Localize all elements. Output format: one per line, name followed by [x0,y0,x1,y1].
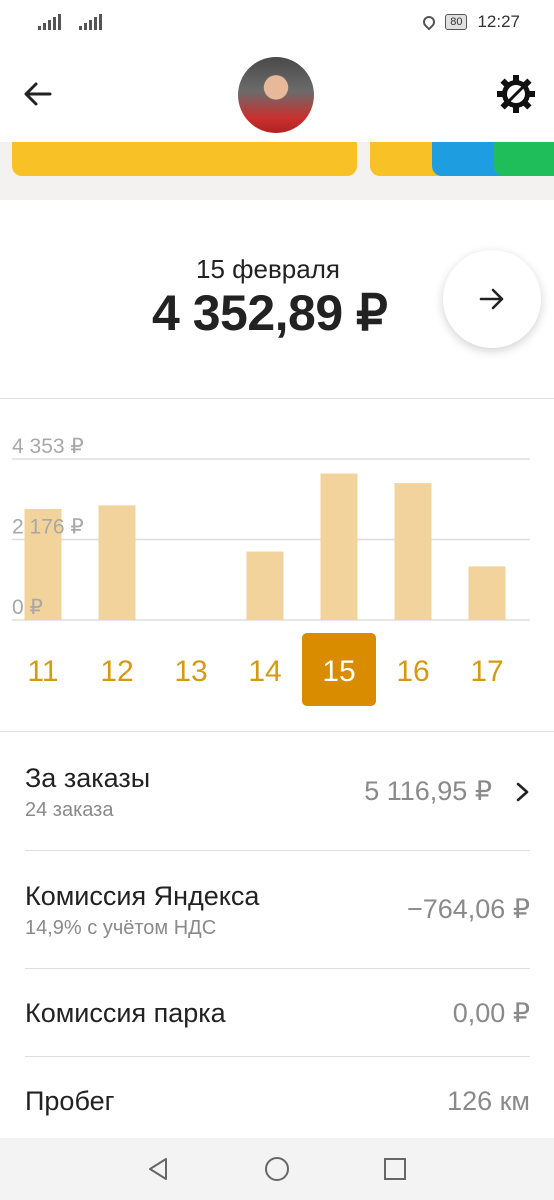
status-time: 12:27 [477,12,520,31]
y-tick-label: 4 353 ₽ [12,435,84,458]
settings-button[interactable] [496,74,536,114]
header [0,46,554,142]
chevron-right-icon [516,782,529,802]
gear-icon [497,75,535,113]
y-tick-label: 0 ₽ [12,596,43,619]
x-tick-label[interactable]: 15 [322,655,355,688]
row-title: Пробег [25,1086,115,1116]
next-day-button[interactable] [443,250,541,348]
card-stack[interactable] [370,142,554,176]
chart-bar[interactable] [320,473,358,620]
row-value: 126 км [447,1086,530,1116]
mileage-row: Пробег 126 км [25,1084,530,1124]
row-title: Комиссия Яндекса [25,881,260,911]
arrow-right-icon [479,288,504,310]
location-icon [420,13,438,31]
signal-icon [38,14,61,30]
chart-bar[interactable] [98,505,136,620]
signal-icon [79,14,102,30]
arrow-left-icon [24,82,52,106]
yandex-commission-row: Комиссия Яндекса 14,9% с учётом НДС −764… [25,878,530,948]
summary-amount: 4 352,89 ₽ [152,285,388,341]
row-value: 5 116,95 ₽ [364,776,492,806]
row-title: За заказы [25,763,151,793]
cards-strip [0,142,554,200]
card-green [494,142,554,176]
park-commission-row: Комиссия парка 0,00 ₽ [25,996,530,1036]
x-tick-label[interactable]: 17 [470,655,503,688]
nav-recents-icon[interactable] [381,1155,409,1183]
summary-date: 15 февраля [196,254,340,284]
system-nav-bar [0,1138,554,1200]
x-tick-label[interactable]: 12 [100,655,133,688]
signal-indicators [38,14,102,30]
back-button[interactable] [20,76,56,112]
x-tick-label[interactable]: 16 [396,655,429,688]
y-tick-label: 2 176 ₽ [12,516,84,539]
earnings-chart: 11 12 13 14 15 16 17 4 353 ₽ 2 176 ₽ 0 ₽ [0,399,554,732]
chart-svg: 11 12 13 14 15 16 17 4 353 ₽ 2 176 ₽ 0 ₽ [12,435,530,706]
day-summary: 15 февраля 4 352,89 ₽ [0,200,554,399]
row-title: Комиссия парка [25,998,226,1028]
chart-bar[interactable] [246,551,284,620]
nav-back-icon[interactable] [144,1155,172,1183]
x-tick-label[interactable]: 13 [174,655,207,688]
row-value: 0,00 ₽ [452,998,530,1028]
divider [25,850,530,851]
row-value: −764,06 ₽ [406,894,530,924]
x-tick-label[interactable]: 14 [248,655,281,688]
battery-indicator: 80 [445,14,468,30]
x-tick-label[interactable]: 11 [27,655,58,688]
divider [25,968,530,969]
status-bar: 80 12:27 [0,0,554,46]
chart-bar[interactable] [394,483,432,620]
nav-home-icon[interactable] [263,1155,291,1183]
orders-row[interactable]: За заказы 24 заказа 5 116,95 ₽ [25,760,530,830]
balance-card[interactable] [12,142,357,176]
row-subtitle: 24 заказа [25,799,114,821]
chart-bar[interactable] [468,566,506,620]
row-subtitle: 14,9% с учётом НДС [25,917,217,939]
avatar[interactable] [238,57,314,133]
divider [25,1056,530,1057]
